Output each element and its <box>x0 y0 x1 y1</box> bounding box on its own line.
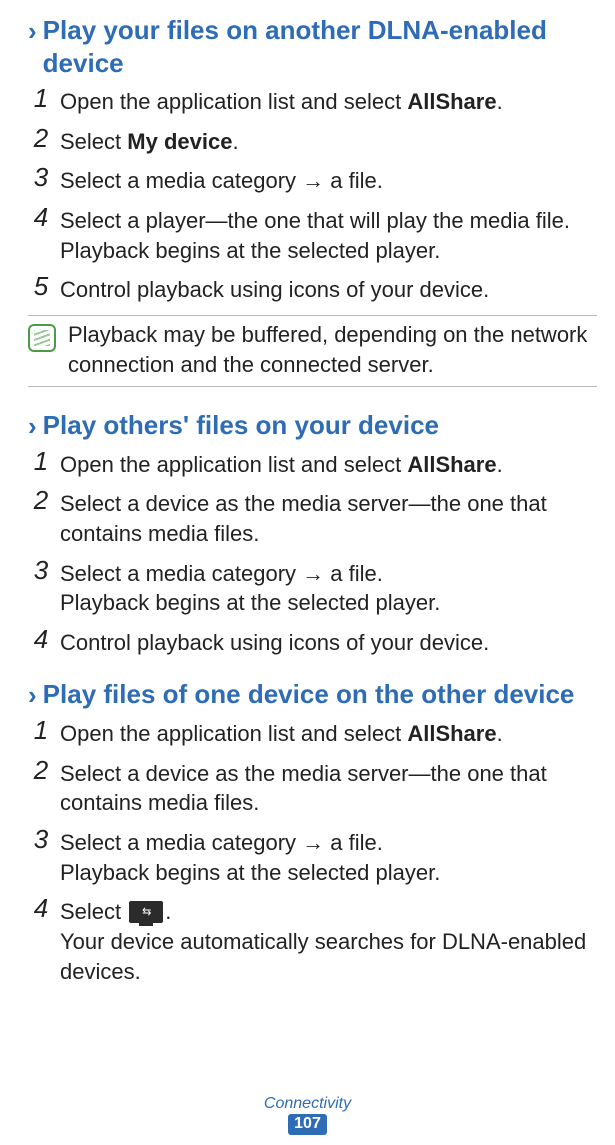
step-text: Select a media category → a file. <box>60 559 597 589</box>
step: Select a media category → a file. Playba… <box>28 559 597 618</box>
step-text: Open the application list and select All… <box>60 87 597 117</box>
note-icon <box>28 324 56 352</box>
bold-allshare: AllShare <box>407 89 496 114</box>
dlna-search-icon: ⇆ <box>129 901 163 923</box>
footer: Connectivity 107 <box>0 1095 615 1135</box>
step: Select a player—the one that will play t… <box>28 206 597 265</box>
step-text: Open the application list and select All… <box>60 450 597 480</box>
step-text: Select a media category → a file. <box>60 166 597 196</box>
section-heading-3: › Play files of one device on the other … <box>28 678 597 711</box>
heading-2: Play others' files on your device <box>43 409 439 442</box>
bold-mydevice: My device <box>127 129 232 154</box>
step: Control playback using icons of your dev… <box>28 275 597 305</box>
step-text: Select ⇆. <box>60 897 597 927</box>
step: Select a device as the media server—the … <box>28 489 597 548</box>
section-heading-1: › Play your files on another DLNA-enable… <box>28 14 597 79</box>
step-text: Open the application list and select All… <box>60 719 597 749</box>
chapter-label: Connectivity <box>0 1095 615 1113</box>
steps-list-2: Open the application list and select All… <box>28 450 597 658</box>
step-text: Select a device as the media server—the … <box>60 759 597 818</box>
step: Open the application list and select All… <box>28 450 597 480</box>
chevron-icon: › <box>28 680 37 711</box>
note-text: Playback may be buffered, depending on t… <box>68 320 597 379</box>
step: Select a media category → a file. <box>28 166 597 196</box>
chevron-icon: › <box>28 16 37 47</box>
step-text: Select a device as the media server—the … <box>60 489 597 548</box>
section-heading-2: › Play others' files on your device <box>28 409 597 442</box>
step-text: Control playback using icons of your dev… <box>60 628 597 658</box>
step: Select a device as the media server—the … <box>28 759 597 818</box>
page-number: 107 <box>288 1114 327 1135</box>
step: Open the application list and select All… <box>28 719 597 749</box>
heading-3: Play files of one device on the other de… <box>43 678 575 711</box>
step-text: Select a media category → a file. <box>60 828 597 858</box>
step: Select ⇆. Your device automatically sear… <box>28 897 597 986</box>
step-text: Select a player—the one that will play t… <box>60 206 597 265</box>
step-text: Your device automatically searches for D… <box>60 927 597 986</box>
step-text: Playback begins at the selected player. <box>60 858 597 888</box>
step-text: Playback begins at the selected player. <box>60 588 597 618</box>
step: Select My device. <box>28 127 597 157</box>
step: Control playback using icons of your dev… <box>28 628 597 658</box>
step: Select a media category → a file. Playba… <box>28 828 597 887</box>
bold-allshare: AllShare <box>407 452 496 477</box>
heading-1: Play your files on another DLNA-enabled … <box>43 14 597 79</box>
step-text: Select My device. <box>60 127 597 157</box>
steps-list-3: Open the application list and select All… <box>28 719 597 987</box>
note-box: Playback may be buffered, depending on t… <box>28 315 597 386</box>
step: Open the application list and select All… <box>28 87 597 117</box>
steps-list-1: Open the application list and select All… <box>28 87 597 305</box>
step-text: Control playback using icons of your dev… <box>60 275 597 305</box>
chevron-icon: › <box>28 411 37 442</box>
bold-allshare: AllShare <box>407 721 496 746</box>
